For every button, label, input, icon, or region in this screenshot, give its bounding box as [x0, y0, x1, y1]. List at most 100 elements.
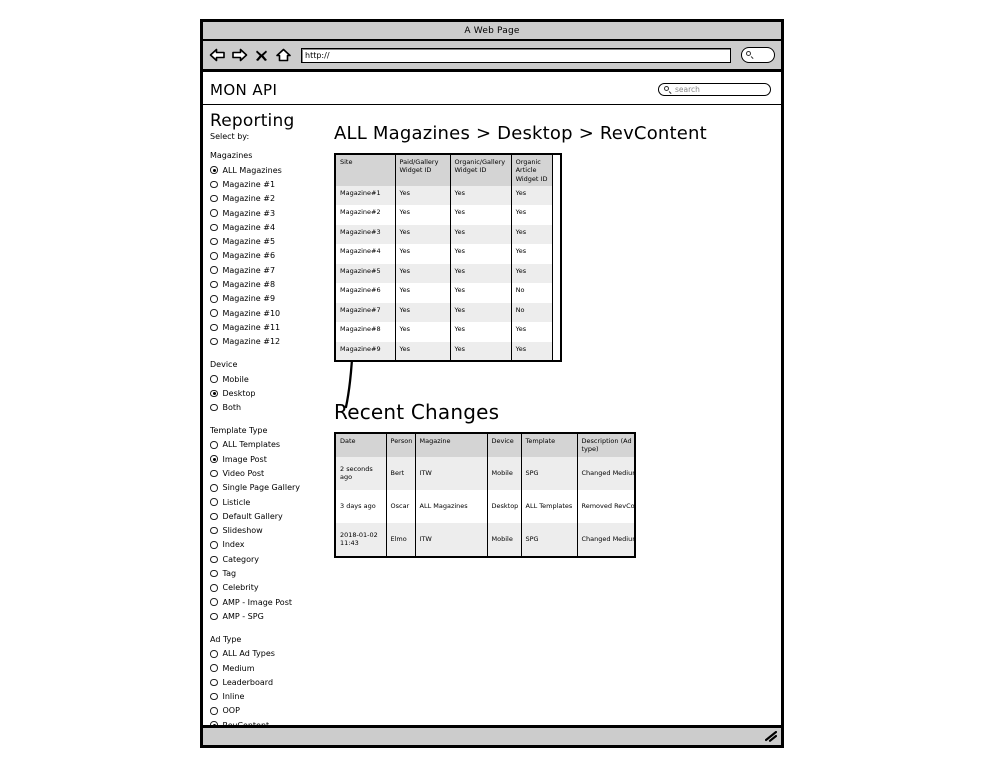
radio-option-magazine-2[interactable]: Magazine #2 — [210, 192, 335, 206]
sites-table-body: Magazine#1 Yes Yes Yes Magazine#2 Yes Yes Yes Ma… — [336, 185, 560, 360]
radio-unselected-icon — [210, 707, 218, 715]
recent-changes-table: Date Person Magazine Device Template Descript… — [336, 434, 634, 556]
table-row[interactable]: 2 seconds ago Bert ITW Mobile SPG Changed Med… — [336, 456, 634, 490]
radio-unselected-icon — [210, 337, 218, 346]
radio-option-magazine-9[interactable]: Magazine #9 — [210, 292, 335, 306]
column-header: Description (Ad type) — [577, 434, 634, 457]
sites-table-scrollbar[interactable] — [552, 155, 560, 360]
table-header-row: Site Paid/Gallery Widget ID Organic/Galler… — [336, 155, 560, 186]
radio-option-label: Video Post — [222, 468, 265, 478]
table-row[interactable]: Magazine#6 Yes Yes No — [336, 283, 560, 303]
column-header: Paid/Gallery Widget ID — [395, 155, 451, 186]
resize-grip-icon[interactable] — [765, 731, 777, 742]
radio-option-magazine-3[interactable]: Magazine #3 — [210, 206, 335, 220]
radio-unselected-icon — [210, 612, 218, 621]
radio-option-label: Desktop — [222, 388, 256, 398]
radio-option-oop[interactable]: OOP — [210, 704, 335, 718]
forward-arrow-icon[interactable] — [231, 47, 248, 64]
radio-unselected-icon — [210, 180, 218, 189]
table-cell: Magazine#7 — [336, 302, 396, 323]
table-cell: Yes — [395, 224, 451, 245]
radio-option-label: AMP - Image Post — [222, 597, 293, 607]
radio-option-mobile[interactable]: Mobile — [210, 372, 335, 386]
radio-unselected-icon — [210, 252, 218, 260]
table-cell: Magazine#8 — [336, 322, 396, 342]
back-arrow-icon[interactable] — [209, 47, 226, 64]
radio-option-magazine-1[interactable]: Magazine #1 — [210, 177, 335, 191]
radio-option-magazine-4[interactable]: Magazine #4 — [210, 220, 335, 234]
radio-option-label: Magazine #4 — [222, 222, 276, 232]
table-row[interactable]: Magazine#3 Yes Yes Yes — [336, 224, 560, 245]
table-row[interactable]: 2018-01-02 11:43 Elmo ITW Mobile SPG Changed … — [336, 522, 634, 556]
browser-search-box[interactable] — [741, 47, 775, 63]
column-header: Person — [386, 434, 416, 457]
radio-option-category[interactable]: Category — [210, 552, 335, 566]
radio-option-all-ad-types[interactable]: ALL Ad Types — [210, 647, 335, 661]
radio-selected-icon — [210, 166, 218, 174]
radio-option-magazine-5[interactable]: Magazine #5 — [210, 234, 335, 248]
search-input[interactable]: search — [658, 83, 771, 96]
radio-option-magazine-10[interactable]: Magazine #10 — [210, 306, 335, 320]
table-cell: 2 seconds ago — [336, 456, 387, 490]
radio-option-video-post[interactable]: Video Post — [210, 466, 335, 480]
radio-option-index[interactable]: Index — [210, 538, 335, 552]
radio-option-listicle[interactable]: Listicle — [210, 495, 335, 509]
radio-option-leaderboard[interactable]: Leaderboard — [210, 675, 335, 689]
radio-option-image-post[interactable]: Image Post — [210, 452, 335, 466]
table-row[interactable]: Magazine#8 Yes Yes Yes — [336, 322, 560, 342]
radio-option-tag[interactable]: Tag — [210, 566, 335, 580]
url-input[interactable]: http:// — [301, 47, 731, 63]
table-row[interactable]: Magazine#7 Yes Yes No — [336, 302, 560, 323]
radio-option-label: ALL Magazines — [222, 165, 282, 175]
radio-option-medium[interactable]: Medium — [210, 661, 335, 675]
table-row[interactable]: Magazine#4 Yes Yes Yes — [336, 244, 560, 264]
radio-option-label: Medium — [222, 663, 255, 673]
radio-option-label: Magazine #2 — [222, 194, 276, 204]
radio-option-label: OOP — [222, 706, 240, 716]
radio-unselected-icon — [210, 584, 218, 592]
table-cell: Magazine#2 — [336, 205, 396, 225]
radio-option-label: Magazine #10 — [222, 308, 281, 318]
page-content: Reporting Select by: Magazines ALL Magazi… — [203, 105, 781, 725]
radio-option-desktop[interactable]: Desktop — [210, 386, 335, 400]
radio-option-inline[interactable]: Inline — [210, 690, 335, 704]
radio-option-all-magazines[interactable]: ALL Magazines — [210, 163, 335, 177]
table-row[interactable]: Magazine#1 Yes Yes Yes — [336, 185, 560, 206]
radio-option-amp-image-post[interactable]: AMP - Image Post — [210, 595, 335, 609]
radio-option-magazine-7[interactable]: Magazine #7 — [210, 263, 335, 277]
close-x-icon[interactable] — [253, 47, 270, 64]
table-row[interactable]: Magazine#2 Yes Yes Yes — [336, 205, 560, 225]
radio-option-magazine-11[interactable]: Magazine #11 — [210, 320, 335, 334]
radio-option-magazine-12[interactable]: Magazine #12 — [210, 335, 335, 349]
column-header: Date — [336, 434, 387, 457]
table-row[interactable]: 3 days ago Oscar ALL Magazines Desktop ALL T… — [336, 489, 634, 523]
table-cell: Yes — [450, 224, 512, 245]
browser-status-bar — [203, 725, 781, 745]
radio-option-celebrity[interactable]: Celebrity — [210, 581, 335, 595]
table-cell: Oscar — [386, 489, 416, 523]
home-icon[interactable] — [275, 47, 292, 64]
radio-option-default-gallery[interactable]: Default Gallery — [210, 509, 335, 523]
radio-option-all-templates[interactable]: ALL Templates — [210, 438, 335, 452]
radio-option-label: Magazine #12 — [222, 337, 281, 347]
radio-unselected-icon — [210, 441, 218, 449]
radio-option-single-page-gallery[interactable]: Single Page Gallery — [210, 481, 335, 495]
table-row[interactable]: Magazine#5 Yes Yes Yes — [336, 263, 560, 284]
radio-option-amp-spg[interactable]: AMP - SPG — [210, 609, 335, 623]
sites-table-scroll-area[interactable]: Site Paid/Gallery Widget ID Organic/Galler… — [336, 155, 560, 360]
radio-option-label: AMP - SPG — [222, 611, 264, 621]
table-cell: Yes — [395, 302, 451, 323]
radio-option-both[interactable]: Both — [210, 400, 335, 414]
table-header-row: Date Person Magazine Device Template Descript… — [336, 434, 634, 457]
radio-unselected-icon — [210, 526, 218, 535]
radio-option-label: Both — [222, 403, 242, 413]
radio-option-magazine-8[interactable]: Magazine #8 — [210, 277, 335, 291]
radio-option-revcontent[interactable]: RevContent — [210, 718, 335, 725]
radio-option-slideshow[interactable]: Slideshow — [210, 524, 335, 538]
radio-option-magazine-6[interactable]: Magazine #6 — [210, 249, 335, 263]
table-cell: Changed Medium rate to 15 — [577, 522, 634, 556]
radio-unselected-icon — [210, 403, 218, 412]
filter-groups: Magazines ALL Magazines Magazine #1 Magazin… — [210, 151, 335, 725]
table-row[interactable]: Magazine#9 Yes Yes Yes — [336, 341, 560, 360]
main-panel: ALL Magazines > Desktop > RevContent Sit… — [334, 123, 771, 558]
